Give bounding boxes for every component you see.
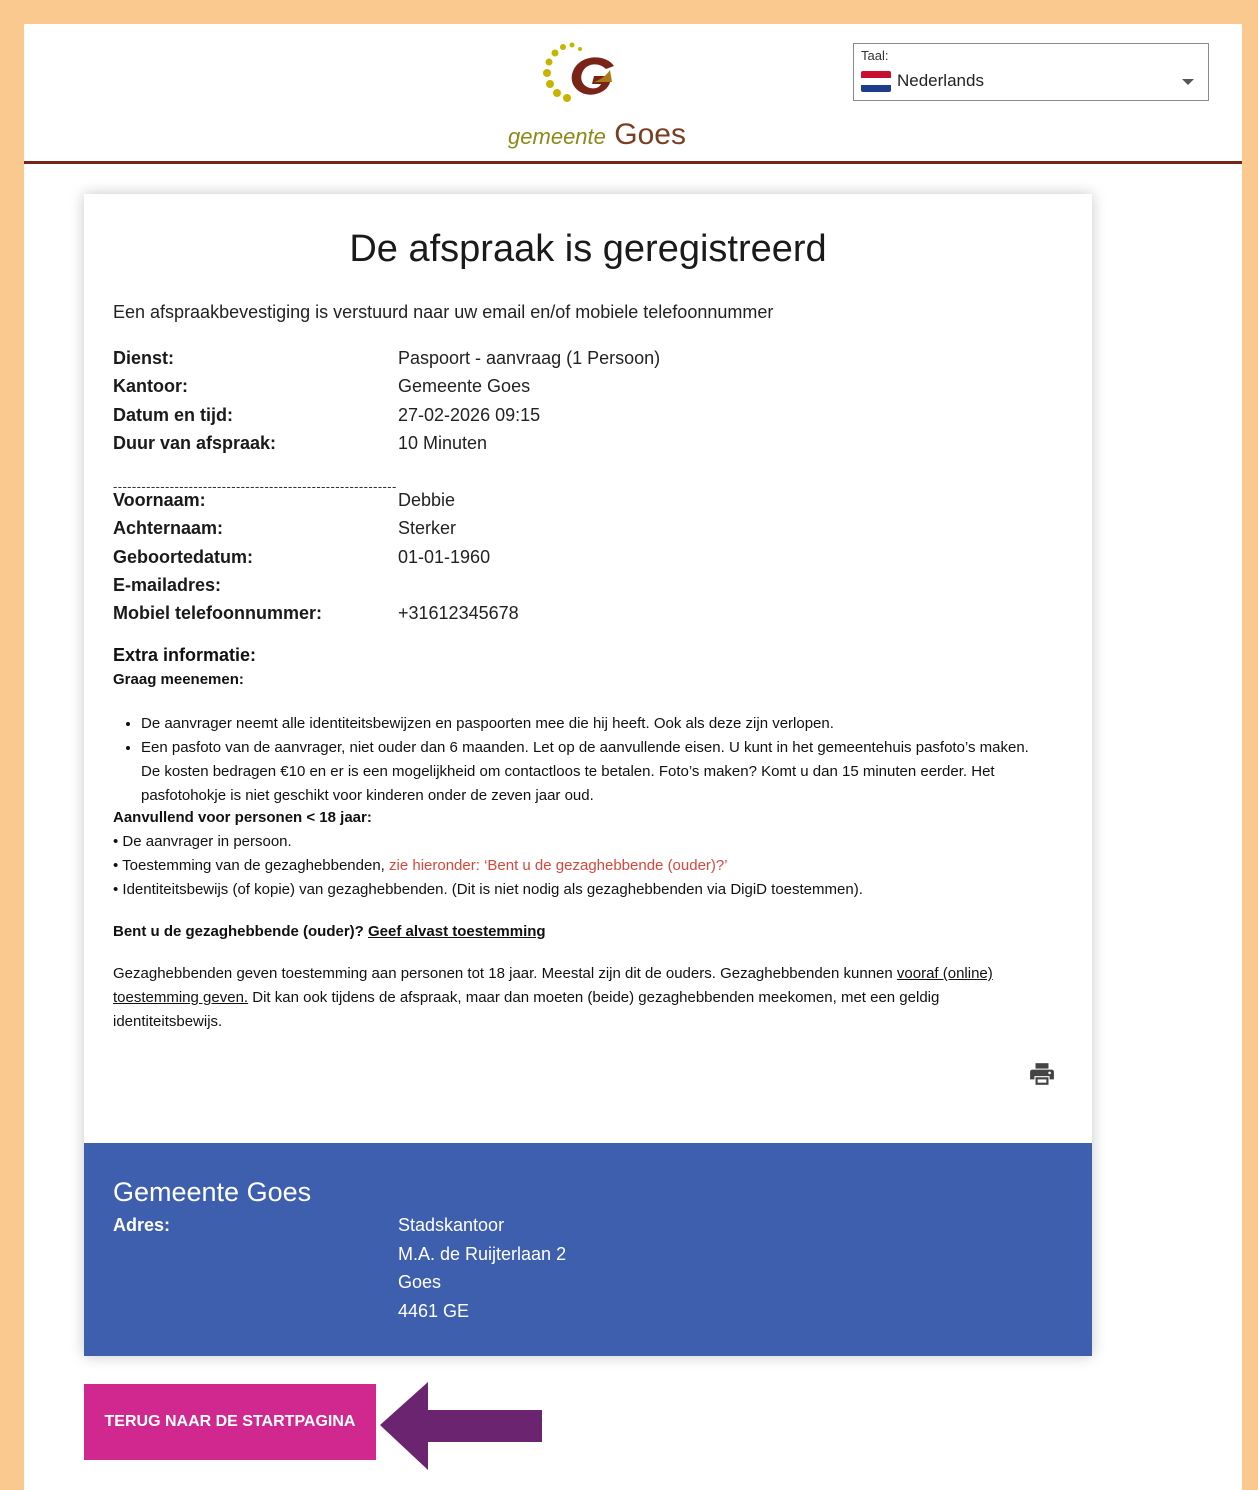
- detail-label: Kantoor:: [113, 376, 188, 396]
- list-item: De aanvrager neemt alle identiteitsbewij…: [141, 712, 1033, 736]
- address-line: 4461 GE: [398, 1301, 470, 1321]
- detail-label: Dienst:: [113, 348, 175, 368]
- detail-value: 01-01-1960: [398, 547, 491, 567]
- office-name: Gemeente Goes: [113, 1177, 312, 1207]
- guardian-question: Bent u de gezaghebbende (ouder)? Geef al…: [113, 920, 546, 944]
- give-consent-link[interactable]: Geef alvast toestemming: [368, 923, 546, 940]
- chevron-down-icon: [1182, 79, 1194, 85]
- office-footer: Gemeente Goes Adres: Stadskantoor M.A. d…: [84, 1143, 1092, 1356]
- address-line: Goes: [398, 1272, 442, 1292]
- arrow-left-icon: [380, 1382, 542, 1470]
- site-header: gemeente Goes Taal: Nederlands: [24, 24, 1242, 164]
- back-to-start-button[interactable]: TERUG NAAR DE STARTPAGINA: [84, 1384, 376, 1460]
- gemeente-goes-logo[interactable]: gemeente Goes: [502, 36, 692, 161]
- page-frame: gemeente Goes Taal: Nederlands De afspra…: [24, 24, 1242, 1490]
- detail-value: Sterker: [398, 518, 457, 538]
- language-select[interactable]: Taal: Nederlands: [853, 43, 1209, 101]
- detail-label: Duur van afspraak:: [113, 433, 277, 453]
- minor-item-3: • Identiteitsbewijs (of kopie) van gezag…: [113, 881, 863, 898]
- detail-value: Debbie: [398, 490, 456, 510]
- detail-value: Paspoort - aanvraag (1 Persoon): [398, 348, 661, 368]
- minor-item-1: • De aanvrager in persoon.: [113, 833, 292, 850]
- minor-item-2: • Toestemming van de gezaghebbenden, zie…: [113, 854, 728, 878]
- print-icon[interactable]: [1028, 1061, 1056, 1087]
- confirmation-card: De afspraak is geregistreerd Een afspraa…: [84, 194, 1092, 1356]
- detail-value: +31612345678: [398, 603, 519, 623]
- guardian-paragraph-text: Gezaghebbenden geven toestemming aan per…: [113, 965, 897, 982]
- language-value: Nederlands: [897, 71, 984, 90]
- address-line: Stadskantoor: [398, 1215, 505, 1235]
- language-label: Taal:: [861, 48, 889, 63]
- minor-item-2-text: • Toestemming van de gezaghebbenden,: [113, 857, 390, 874]
- confirmation-intro: Een afspraakbevestiging is verstuurd naa…: [113, 302, 774, 322]
- detail-label: Achternaam:: [113, 518, 224, 538]
- detail-label: Voornaam:: [113, 490, 206, 510]
- detail-label: E-mailadres:: [113, 575, 222, 595]
- address-line: M.A. de Ruijterlaan 2: [398, 1244, 567, 1264]
- detail-value: 27-02-2026 09:15: [398, 405, 541, 425]
- netherlands-flag-icon: [861, 71, 891, 92]
- detail-label: Mobiel telefoonnummer:: [113, 603, 323, 623]
- extra-info-heading: Extra informatie:: [113, 645, 257, 665]
- page-title: De afspraak is geregistreerd: [349, 228, 827, 270]
- guardian-anchor-link[interactable]: zie hieronder: ‘Bent u de gezaghebbende …: [389, 857, 728, 874]
- detail-label: Geboortedatum:: [113, 547, 254, 567]
- bring-heading: Graag meenemen:: [113, 671, 244, 688]
- guardian-paragraph: Gezaghebbenden geven toestemming aan per…: [113, 962, 1048, 1034]
- minor-heading: Aanvullend voor personen < 18 jaar:: [113, 809, 372, 826]
- logo-mark-icon: [543, 42, 614, 102]
- detail-value: 10 Minuten: [398, 433, 488, 453]
- detail-label: Datum en tijd:: [113, 405, 233, 425]
- list-item: Een pasfoto van de aanvrager, niet ouder…: [141, 736, 1033, 808]
- bring-list: De aanvrager neemt alle identiteitsbewij…: [113, 712, 1033, 808]
- address-label: Adres:: [113, 1215, 171, 1235]
- logo-text: gemeente Goes: [508, 118, 686, 151]
- detail-value: Gemeente Goes: [398, 376, 531, 396]
- guardian-question-text: Bent u de gezaghebbende (ouder)?: [113, 923, 364, 940]
